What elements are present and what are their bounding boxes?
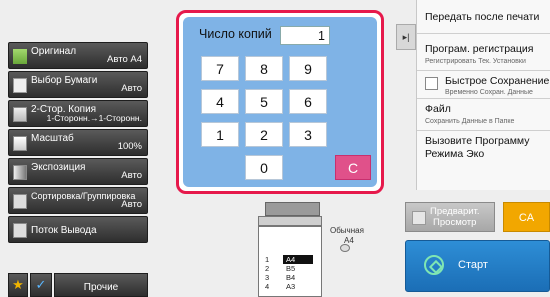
key-3[interactable]: 3 bbox=[289, 122, 327, 147]
output-button[interactable]: Поток Вывода bbox=[8, 216, 148, 243]
key-0[interactable]: 0 bbox=[245, 155, 283, 180]
copies-keypad-highlight: Число копий 1 7 8 9 4 5 6 1 2 3 0 C bbox=[176, 10, 384, 194]
bottom-left-bar: ★ ✓ Прочие bbox=[8, 273, 148, 297]
tray-stack: 1 A4 2 B5 3 B4 4 A3 bbox=[258, 226, 322, 297]
file-sub: Сохранить Данные в Папке bbox=[425, 118, 515, 125]
start-icon bbox=[424, 255, 444, 275]
output-title: Поток Вывода bbox=[31, 225, 97, 236]
program-register-sub: Регистрировать Тек. Установки bbox=[425, 58, 526, 65]
preview-label: Предварит. Просмотр bbox=[430, 206, 479, 228]
paper-select-title: Выбор Бумаги bbox=[31, 75, 98, 86]
preview-label-line1: Предварит. bbox=[430, 206, 480, 217]
transmit-after-print-item[interactable]: Передать после печати bbox=[417, 0, 550, 34]
scale-icon bbox=[13, 136, 27, 151]
preview-icon bbox=[412, 211, 426, 225]
tray-number: 3 bbox=[265, 273, 270, 282]
key-4[interactable]: 4 bbox=[201, 89, 239, 114]
tray-3[interactable]: 3 B4 bbox=[265, 273, 320, 282]
tray-4[interactable]: 4 A3 bbox=[265, 282, 320, 291]
key-5[interactable]: 5 bbox=[245, 89, 283, 114]
quick-save-checkbox[interactable] bbox=[425, 77, 438, 90]
original-value: Авто A4 bbox=[107, 54, 142, 65]
key-7[interactable]: 7 bbox=[201, 56, 239, 81]
sort-group-button[interactable]: Сортировка/Группировка Авто bbox=[8, 187, 148, 214]
tray-size: A4 bbox=[283, 255, 313, 264]
favorite-star-icon[interactable]: ★ bbox=[8, 273, 28, 297]
program-register-label: Програм. регистрация bbox=[425, 43, 534, 55]
sort-icon bbox=[13, 194, 27, 209]
preview-label-line2: Просмотр bbox=[433, 217, 477, 228]
sort-group-value: Авто bbox=[121, 199, 142, 210]
eco-program-label-1: Вызовите Программу bbox=[425, 135, 530, 147]
program-register-item[interactable]: Програм. регистрация Регистрировать Тек.… bbox=[417, 34, 550, 71]
tray-number: 1 bbox=[265, 255, 270, 264]
device-illustration: 1 A4 2 B5 3 B4 4 A3 bbox=[255, 198, 325, 297]
start-label: Старт bbox=[458, 259, 488, 271]
copies-label: Число копий bbox=[199, 27, 272, 41]
start-button[interactable]: Старт bbox=[405, 240, 550, 292]
quick-save-label: Быстрое Сохранение bbox=[445, 75, 550, 87]
original-button[interactable]: Оригинал Авто A4 bbox=[8, 42, 148, 69]
paper-select-value: Авто bbox=[121, 83, 142, 94]
copy-screen: Оригинал Авто A4 Выбор Бумаги Авто 2-Сто… bbox=[0, 0, 550, 297]
quick-save-item[interactable]: Быстрое Сохранение Временно Сохран. Данн… bbox=[417, 71, 550, 99]
eco-program-label-2: Режима Эко bbox=[425, 148, 485, 160]
scale-button[interactable]: Масштаб 100% bbox=[8, 129, 148, 156]
key-8[interactable]: 8 bbox=[245, 56, 283, 81]
file-item[interactable]: Файл Сохранить Данные в Папке bbox=[417, 99, 550, 131]
bypass-tray-type: Обычная bbox=[330, 226, 364, 235]
tray-1[interactable]: 1 A4 bbox=[265, 255, 320, 264]
duplex-copy-value: 1-Сторонн.→1-Сторонн. bbox=[46, 113, 142, 123]
paper-icon bbox=[13, 78, 27, 93]
transmit-after-print-label: Передать после печати bbox=[425, 11, 540, 23]
bypass-tray-icon bbox=[340, 244, 350, 252]
exposure-button[interactable]: Экспозиция Авто bbox=[8, 158, 148, 185]
quick-save-sub: Временно Сохран. Данные bbox=[445, 89, 533, 96]
clear-all-button[interactable]: CA bbox=[503, 202, 550, 232]
scale-title: Масштаб bbox=[31, 133, 74, 144]
expand-panel-icon[interactable]: ▸| bbox=[396, 24, 416, 50]
bypass-tray-label: Обычная A4 bbox=[330, 226, 364, 246]
copies-keypad: Число копий 1 7 8 9 4 5 6 1 2 3 0 C bbox=[183, 17, 377, 187]
duplex-copy-button[interactable]: 2-Стор. Копия 1-Сторонн.→1-Сторонн. bbox=[8, 100, 148, 127]
key-6[interactable]: 6 bbox=[289, 89, 327, 114]
copies-input[interactable]: 1 bbox=[280, 26, 330, 45]
tray-number: 4 bbox=[265, 282, 270, 291]
scanner-base bbox=[258, 216, 322, 226]
clear-button[interactable]: C bbox=[335, 155, 371, 180]
exposure-title: Экспозиция bbox=[31, 162, 86, 173]
output-icon bbox=[13, 223, 27, 238]
file-label: Файл bbox=[425, 103, 451, 115]
original-icon bbox=[13, 49, 27, 64]
key-1[interactable]: 1 bbox=[201, 122, 239, 147]
key-9[interactable]: 9 bbox=[289, 56, 327, 81]
check-settings-icon[interactable]: ✓ bbox=[30, 273, 52, 297]
preview-button[interactable]: Предварит. Просмотр bbox=[405, 202, 495, 232]
scale-value: 100% bbox=[117, 141, 142, 152]
key-2[interactable]: 2 bbox=[245, 122, 283, 147]
tray-number: 2 bbox=[265, 264, 270, 273]
original-title: Оригинал bbox=[31, 46, 77, 57]
sort-group-title: Сортировка/Группировка bbox=[31, 191, 136, 201]
exposure-icon bbox=[13, 165, 27, 180]
other-button[interactable]: Прочие bbox=[54, 273, 148, 297]
right-action-panel: Передать после печати Програм. регистрац… bbox=[416, 0, 550, 190]
tray-size: A3 bbox=[286, 282, 296, 291]
paper-select-button[interactable]: Выбор Бумаги Авто bbox=[8, 71, 148, 98]
tray-2[interactable]: 2 B5 bbox=[265, 264, 320, 273]
tray-size: B5 bbox=[286, 264, 296, 273]
scanner-lid bbox=[265, 202, 320, 216]
eco-program-item[interactable]: Вызовите Программу Режима Эко bbox=[417, 131, 550, 171]
tray-size: B4 bbox=[286, 273, 296, 282]
left-function-panel: Оригинал Авто A4 Выбор Бумаги Авто 2-Сто… bbox=[0, 42, 148, 297]
duplex-icon bbox=[13, 107, 27, 122]
exposure-value: Авто bbox=[121, 170, 142, 181]
